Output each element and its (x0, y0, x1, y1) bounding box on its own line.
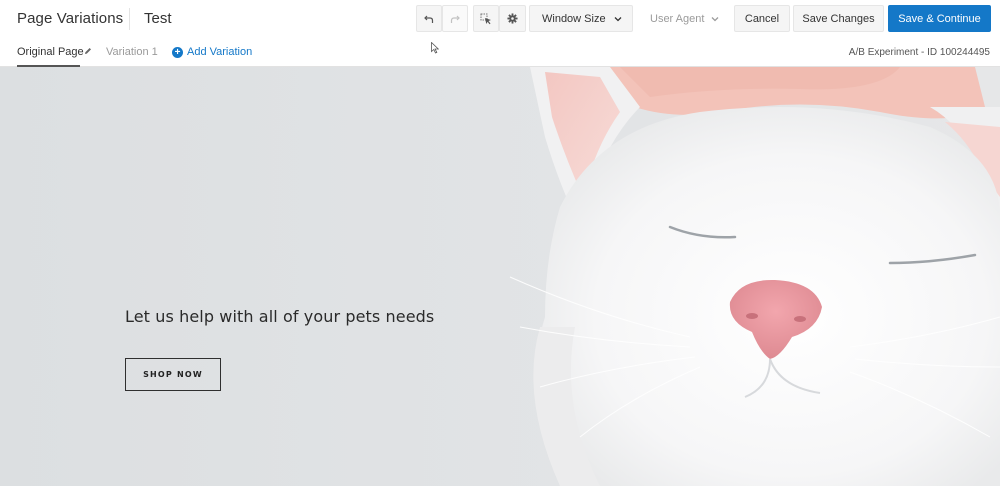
undo-button[interactable] (416, 5, 442, 32)
window-size-dropdown[interactable]: Window Size (529, 5, 633, 32)
window-size-label: Window Size (542, 12, 606, 25)
save-and-continue-button[interactable]: Save & Continue (888, 5, 991, 32)
top-toolbar: Page Variations Test Window Size User Ag… (0, 0, 1000, 38)
chevron-down-icon (614, 16, 622, 21)
settings-button[interactable] (499, 5, 526, 32)
hero-headline: Let us help with all of your pets needs (125, 307, 435, 326)
page-preview: Let us help with all of your pets needs … (0, 67, 1000, 486)
user-agent-label: User Agent (650, 12, 705, 25)
chevron-down-icon (711, 16, 719, 21)
shop-now-button[interactable]: SHOP NOW (125, 358, 221, 391)
undo-icon (424, 15, 434, 23)
add-variation-button[interactable]: + Add Variation (172, 46, 252, 58)
element-select-button[interactable] (473, 5, 499, 32)
add-variation-label: Add Variation (187, 46, 253, 58)
plus-circle-icon: + (172, 46, 183, 58)
element-select-icon (480, 13, 491, 24)
title-divider (129, 8, 130, 30)
app-title: Page Variations (17, 10, 124, 27)
pencil-icon[interactable] (84, 47, 92, 55)
mouse-cursor-icon (431, 42, 439, 54)
save-changes-button[interactable]: Save Changes (793, 5, 884, 32)
cancel-button[interactable]: Cancel (734, 5, 790, 32)
redo-icon (450, 15, 460, 23)
tab-variation-1[interactable]: Variation 1 (106, 46, 158, 58)
gear-icon (507, 13, 518, 24)
page-name[interactable]: Test (144, 10, 172, 27)
experiment-id-label: A/B Experiment - ID 100244495 (848, 47, 990, 58)
hero-cat-image (0, 67, 1000, 486)
tab-original-page[interactable]: Original Page (17, 46, 84, 58)
variation-tabs: Original Page Variation 1 + Add Variatio… (0, 38, 1000, 67)
user-agent-dropdown[interactable]: User Agent (637, 5, 730, 32)
redo-button[interactable] (442, 5, 468, 32)
